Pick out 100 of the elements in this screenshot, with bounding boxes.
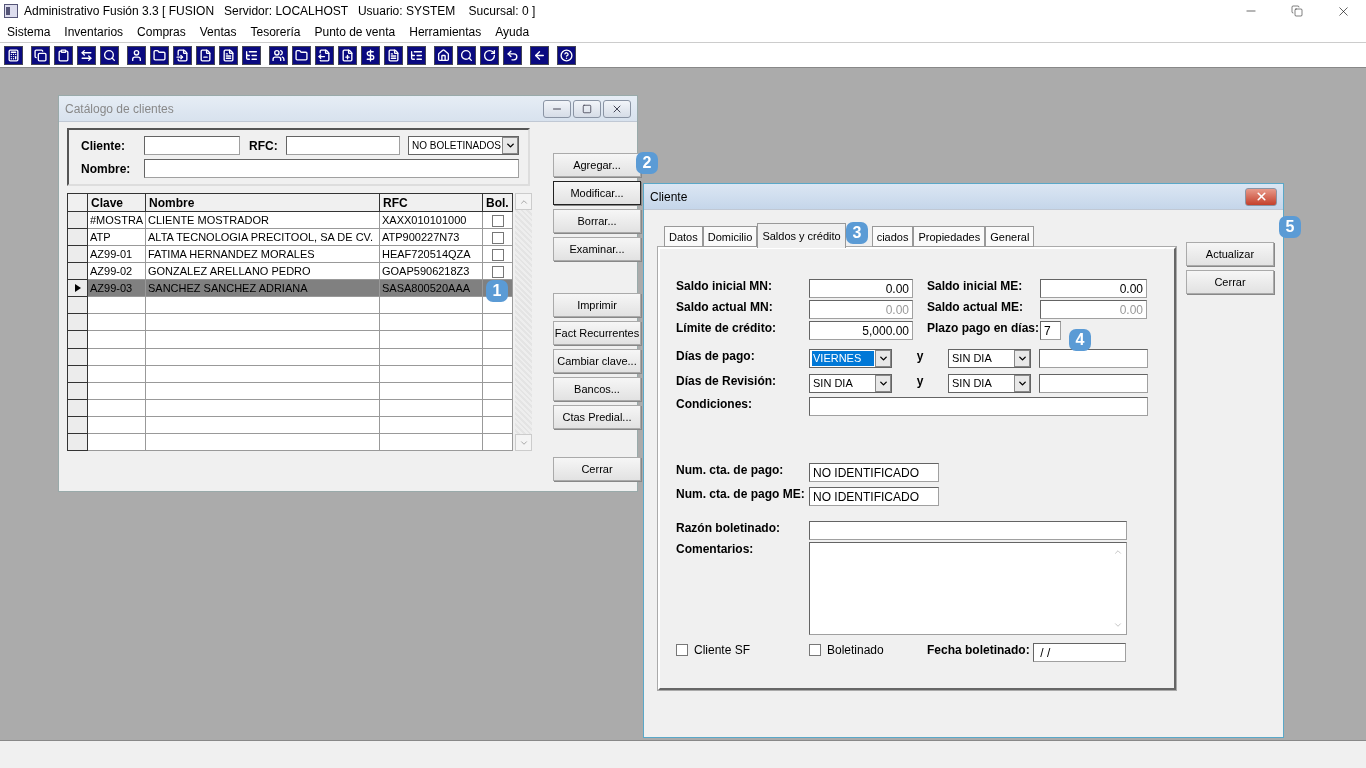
- field-label: Fecha boletinado:: [927, 643, 1031, 657]
- button[interactable]: Cambiar clave...: [553, 349, 641, 373]
- document-icon[interactable]: [219, 45, 238, 65]
- document-plus-icon[interactable]: [338, 45, 357, 65]
- input-field[interactable]: [144, 136, 240, 155]
- people-icon[interactable]: [269, 45, 288, 65]
- input-field[interactable]: [286, 136, 400, 155]
- date-field[interactable]: / /: [1033, 643, 1126, 662]
- input-field[interactable]: [144, 159, 519, 178]
- table-row[interactable]: AZ99-01 FATIMA HERNANDEZ MORALES HEAF720514QZA: [67, 245, 513, 263]
- field-label: Límite de crédito:: [676, 321, 777, 335]
- menu-item[interactable]: Compras: [137, 25, 186, 39]
- button[interactable]: Agregar...: [553, 153, 641, 177]
- input-field[interactable]: 5,000.00: [809, 321, 913, 340]
- close-icon[interactable]: [1245, 187, 1277, 206]
- checkbox[interactable]: [491, 248, 504, 261]
- input-field[interactable]: NO IDENTIFICADO: [809, 463, 939, 482]
- app-icon: [4, 4, 18, 18]
- tab[interactable]: Datos: [664, 226, 703, 247]
- arrow-left-icon[interactable]: [530, 45, 549, 65]
- column-header: Clave: [87, 193, 146, 212]
- document-icon[interactable]: [384, 45, 403, 65]
- button[interactable]: Ctas Predial...: [553, 405, 641, 429]
- table-row[interactable]: #MOSTRA CLIENTE MOSTRADOR XAXX010101000: [67, 211, 513, 229]
- table-row[interactable]: ATP ALTA TECNOLOGIA PRECITOOL, SA DE CV. ATP900227N73: [67, 228, 513, 246]
- menu-item[interactable]: Ayuda: [495, 25, 530, 39]
- home-icon[interactable]: [434, 45, 453, 65]
- column-header: Nombre: [145, 193, 380, 212]
- field-label: Cliente:: [81, 138, 126, 153]
- button[interactable]: Actualizar: [1186, 242, 1274, 266]
- menu-item[interactable]: Tesorería: [250, 25, 301, 39]
- input-field[interactable]: 0.00: [809, 279, 913, 298]
- checkbox[interactable]: Boletinado: [809, 643, 884, 657]
- search-icon[interactable]: [100, 45, 119, 65]
- dropdown[interactable]: SIN DIA: [948, 349, 1031, 368]
- checkbox[interactable]: [491, 231, 504, 244]
- document-minus-icon[interactable]: [196, 45, 215, 65]
- input-field[interactable]: 0.00: [1040, 279, 1147, 298]
- window-title: Catálogo de clientes: [65, 101, 174, 116]
- field-label: Saldo actual ME:: [927, 300, 1025, 314]
- list-icon[interactable]: [242, 45, 261, 65]
- calculator-icon[interactable]: [4, 45, 23, 65]
- dropdown[interactable]: SIN DIA: [948, 374, 1031, 393]
- field-label: Saldo actual MN:: [676, 300, 774, 314]
- checkbox[interactable]: [491, 214, 504, 227]
- input-field[interactable]: 7: [1040, 321, 1061, 340]
- dropdown[interactable]: NO BOLETINADOS: [408, 136, 519, 155]
- undo-icon[interactable]: [503, 45, 522, 65]
- input-field[interactable]: [809, 397, 1148, 416]
- window-title: Cliente: [650, 189, 688, 204]
- dropdown[interactable]: VIERNES: [809, 349, 892, 368]
- clipboard-icon[interactable]: [54, 45, 73, 65]
- tab[interactable]: Domicilio: [702, 226, 758, 247]
- help-icon[interactable]: [557, 45, 576, 65]
- swap-arrows-icon[interactable]: [77, 45, 96, 65]
- minimize-icon[interactable]: [543, 99, 571, 118]
- field-label: Num. cta. de pago ME:: [676, 487, 806, 501]
- checkbox[interactable]: [491, 265, 504, 278]
- field-label: Días de pago:: [676, 349, 756, 363]
- tab[interactable]: Saldos y crédito: [757, 223, 846, 248]
- input-field[interactable]: [1039, 374, 1148, 393]
- menu-item[interactable]: Inventarios: [64, 25, 124, 39]
- folder-icon[interactable]: [150, 45, 169, 65]
- person-icon[interactable]: [127, 45, 146, 65]
- list-icon[interactable]: [407, 45, 426, 65]
- input-field[interactable]: NO IDENTIFICADO: [809, 487, 939, 506]
- field-label: RFC:: [249, 138, 279, 153]
- menu-item[interactable]: Punto de venta: [314, 25, 396, 39]
- row-pointer-icon: [74, 284, 81, 293]
- search-icon[interactable]: [457, 45, 476, 65]
- menu-item[interactable]: Herramientas: [409, 25, 482, 39]
- tab[interactable]: General: [985, 226, 1035, 247]
- button[interactable]: Examinar...: [553, 237, 641, 261]
- joiner-text: y: [915, 349, 925, 363]
- step-badge: 2: [636, 152, 658, 174]
- button[interactable]: Cerrar: [553, 457, 641, 481]
- field-label: Num. cta. de pago:: [676, 463, 785, 477]
- dollar-icon[interactable]: [361, 45, 380, 65]
- menu-item[interactable]: Ventas: [199, 25, 237, 39]
- step-badge: 1: [486, 280, 508, 302]
- button[interactable]: Bancos...: [553, 377, 641, 401]
- menu-item[interactable]: Sistema: [7, 25, 51, 39]
- button[interactable]: Imprimir: [553, 293, 641, 317]
- button[interactable]: Borrar...: [553, 209, 641, 233]
- button[interactable]: Modificar...: [553, 181, 641, 205]
- copy-icon[interactable]: [31, 45, 50, 65]
- folder-icon[interactable]: [292, 45, 311, 65]
- field-label: Nombre:: [81, 161, 132, 176]
- button[interactable]: Cerrar: [1186, 270, 1274, 294]
- column-header: Bol.: [482, 193, 513, 212]
- input-field[interactable]: [1039, 349, 1148, 368]
- dropdown[interactable]: SIN DIA: [809, 374, 892, 393]
- checkbox[interactable]: Cliente SF: [676, 643, 751, 657]
- input-field[interactable]: [809, 521, 1127, 540]
- tab[interactable]: ciados: [871, 226, 914, 247]
- table-row[interactable]: AZ99-02 GONZALEZ ARELLANO PEDRO GOAP5906218Z3: [67, 262, 513, 280]
- redo-icon[interactable]: [480, 45, 499, 65]
- button[interactable]: Fact Recurrentes: [553, 321, 641, 345]
- close-icon[interactable]: [603, 99, 631, 118]
- tab[interactable]: Propiedades: [913, 226, 986, 247]
